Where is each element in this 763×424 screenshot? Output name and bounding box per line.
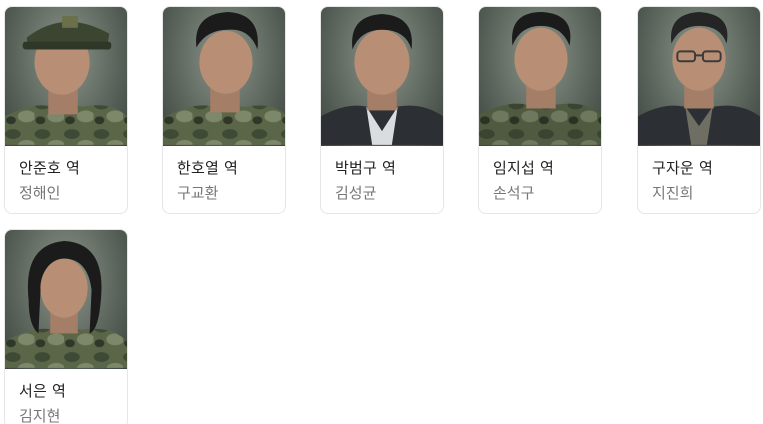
portrait-photo bbox=[321, 14, 443, 145]
role-name: 박범구 역 bbox=[335, 159, 396, 177]
actor-name: 구교환 bbox=[177, 184, 219, 202]
role-name: 임지섭 역 bbox=[493, 159, 554, 177]
cast-card[interactable]: 한호열 역 구교환 bbox=[162, 6, 286, 214]
cast-card[interactable]: 안준호 역 정해인 bbox=[4, 6, 128, 214]
cast-photo bbox=[638, 7, 760, 146]
role-name: 안준호 역 bbox=[19, 159, 80, 177]
cast-photo bbox=[479, 7, 601, 146]
cast-photo bbox=[163, 7, 285, 146]
cast-grid: 안준호 역 정해인 한호열 역 구교환 박범구 역 김성균 임지섭 역 손석구 … bbox=[0, 0, 763, 424]
cast-card[interactable]: 임지섭 역 손석구 bbox=[478, 6, 602, 214]
portrait-photo bbox=[479, 12, 601, 145]
actor-name: 김지현 bbox=[19, 407, 61, 424]
cast-photo bbox=[321, 7, 443, 146]
cast-card[interactable]: 구자운 역 지진희 bbox=[637, 6, 761, 214]
role-name: 구자운 역 bbox=[652, 159, 713, 177]
cast-photo bbox=[5, 230, 127, 369]
role-name: 서은 역 bbox=[19, 382, 66, 400]
portrait-photo bbox=[5, 15, 127, 145]
role-name: 한호열 역 bbox=[177, 159, 238, 177]
actor-name: 지진희 bbox=[652, 184, 694, 202]
actor-name: 손석구 bbox=[493, 184, 535, 202]
portrait-photo bbox=[638, 12, 760, 145]
cast-card[interactable]: 서은 역 김지현 bbox=[4, 229, 128, 424]
portrait-photo bbox=[5, 240, 127, 368]
portrait-photo bbox=[163, 12, 285, 145]
cast-card[interactable]: 박범구 역 김성균 bbox=[320, 6, 444, 214]
actor-name: 정해인 bbox=[19, 184, 61, 202]
actor-name: 김성균 bbox=[335, 184, 377, 202]
cast-photo bbox=[5, 7, 127, 146]
